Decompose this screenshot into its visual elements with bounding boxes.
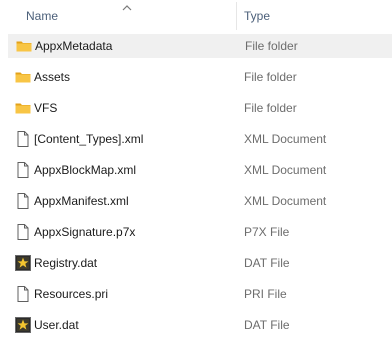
file-type: DAT File [244,256,290,270]
document-icon [14,161,32,179]
file-name: Registry.dat [34,256,98,270]
column-divider[interactable] [236,2,237,30]
file-type: XML Document [244,194,327,208]
file-name: VFS [34,101,58,115]
document-icon [14,192,32,210]
file-row[interactable]: User.dat DAT File [8,313,392,337]
file-name: User.dat [34,318,79,332]
document-icon [14,130,32,148]
file-row[interactable]: Assets File folder [8,65,392,89]
file-type: PRI File [244,287,287,301]
file-type: File folder [244,70,297,84]
sort-ascending-icon[interactable] [122,1,132,11]
file-name: [Content_Types].xml [34,132,144,146]
file-type: XML Document [244,163,327,177]
file-name: AppxMetadata [35,39,113,53]
file-row[interactable]: [Content_Types].xml XML Document [8,127,392,151]
file-type: File folder [244,101,297,115]
file-type: DAT File [244,318,290,332]
file-type: P7X File [244,225,290,239]
column-header-name[interactable]: Name [26,9,58,23]
file-row[interactable]: VFS File folder [8,96,392,120]
file-name: AppxManifest.xml [34,194,129,208]
file-type: XML Document [244,132,327,146]
file-row[interactable]: Registry.dat DAT File [8,251,392,275]
file-row[interactable]: AppxManifest.xml XML Document [8,189,392,213]
document-icon [14,285,32,303]
file-row[interactable]: AppxMetadata File folder [8,34,392,58]
folder-icon [14,99,32,117]
file-row[interactable]: Resources.pri PRI File [8,282,392,306]
file-name: Assets [34,70,71,84]
file-row[interactable]: AppxSignature.p7x P7X File [8,220,392,244]
file-name: Resources.pri [34,287,109,301]
file-type: File folder [245,39,298,53]
document-icon [14,223,32,241]
column-header-type[interactable]: Type [244,9,270,23]
folder-icon [14,68,32,86]
dat-file-icon [14,316,32,334]
column-header-bar: Name Type [0,0,392,32]
file-row[interactable]: AppxBlockMap.xml XML Document [8,158,392,182]
dat-file-icon [14,254,32,272]
folder-icon [15,37,33,55]
file-name: AppxBlockMap.xml [34,163,137,177]
file-name: AppxSignature.p7x [34,225,136,239]
